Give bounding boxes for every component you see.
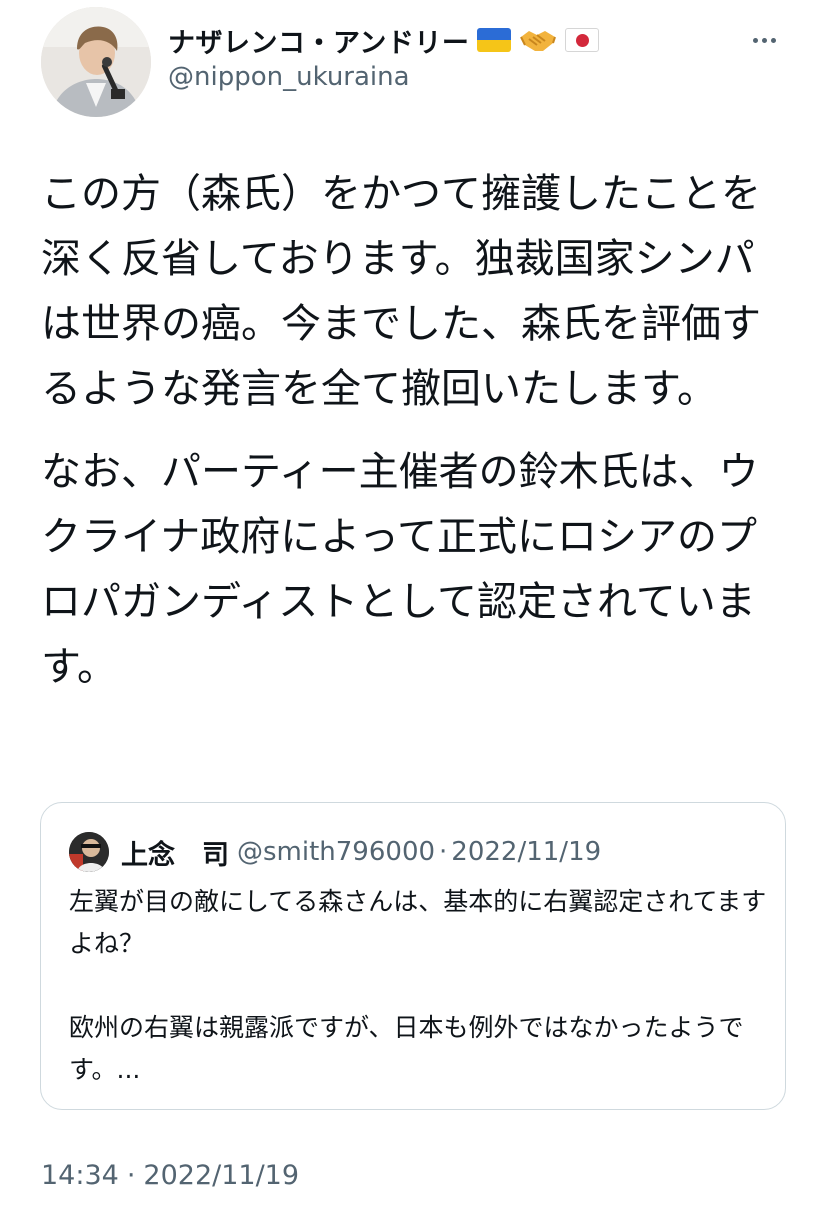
more-horizontal-icon: [752, 37, 758, 43]
author-handle[interactable]: @nippon_ukuraina: [168, 62, 410, 92]
quoted-author-avatar: [69, 832, 109, 872]
quoted-tweet-card[interactable]: 上念 司 @smith796000 · 2022/11/19 左翼が目の敵にして…: [40, 802, 786, 1110]
quoted-author-name: 上念 司: [121, 839, 229, 871]
avatar-image: [41, 7, 151, 117]
timestamp-date[interactable]: 2022/11/19: [143, 1160, 299, 1191]
quoted-paragraph: 左翼が目の敵にしてる森さんは、基本的に右翼認定されてますよね？: [69, 887, 767, 958]
tweet-paragraph: なお、パーティー主催者の鈴木氏は、ウクライナ政府によって正式にロシアのプロパガン…: [41, 449, 759, 690]
handshake-icon: [519, 25, 557, 55]
timestamp-time[interactable]: 14:34: [41, 1160, 119, 1191]
quoted-separator: ·: [439, 837, 448, 867]
quoted-date: 2022/11/19: [451, 837, 602, 867]
quoted-tweet-header: 上念 司 @smith796000 · 2022/11/19: [69, 831, 601, 873]
quoted-author-handle: @smith796000: [237, 837, 436, 867]
more-options-button[interactable]: [744, 22, 784, 58]
more-dot: [761, 37, 767, 43]
tweet-text: この方（森氏）をかつて擁護したことを深く反省しております。独裁国家シンパは世界の…: [41, 162, 786, 700]
japan-flag-icon: [565, 28, 600, 52]
ukraine-flag-icon: [477, 28, 512, 52]
more-dot: [770, 37, 776, 43]
tweet: ナザレンコ・アンドリー @nippon_ukuraina この方（森氏）をかつて…: [0, 0, 828, 1215]
tweet-paragraph: この方（森氏）をかつて擁護したことを深く反省しております。独裁国家シンパは世界の…: [41, 171, 761, 412]
quoted-paragraph: 欧州の右翼は親露派ですが、日本も例外ではなかったようです。...: [69, 1013, 744, 1084]
quoted-tweet-text: 左翼が目の敵にしてる森さんは、基本的に右翼認定されてますよね？ 欧州の右翼は親露…: [69, 881, 769, 1091]
tweet-timestamp: 14:34 · 2022/11/19: [41, 1160, 299, 1191]
timestamp-separator: ·: [126, 1160, 136, 1191]
author-name-row: ナザレンコ・アンドリー: [168, 20, 600, 60]
author-avatar[interactable]: [41, 7, 151, 117]
author-display-name[interactable]: ナザレンコ・アンドリー: [168, 21, 469, 60]
